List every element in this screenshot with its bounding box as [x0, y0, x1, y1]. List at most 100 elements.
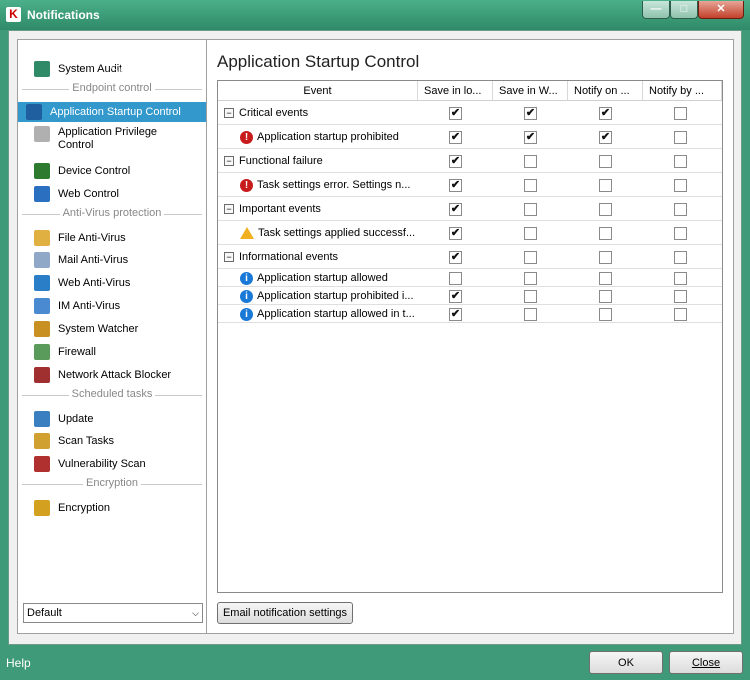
event-row[interactable]: ! Application startup prohibited ✔ ✔ ✔ — [218, 125, 722, 149]
maximize-button[interactable]: □ — [670, 1, 698, 19]
event-label: Informational events — [239, 251, 339, 263]
sidebar-item-network-attack-blocker[interactable]: Network Attack Blocker — [34, 365, 171, 385]
notification-checkbox[interactable] — [674, 271, 687, 285]
sidebar-item-device-control[interactable]: Device Control — [34, 161, 130, 181]
notification-checkbox[interactable] — [524, 271, 537, 285]
notification-checkbox[interactable]: ✔ — [449, 289, 462, 303]
sidebar-item-mail-anti-virus[interactable]: Mail Anti-Virus — [34, 250, 128, 270]
notification-checkbox[interactable]: ✔ — [449, 154, 462, 168]
notification-checkbox[interactable] — [524, 250, 537, 264]
notification-checkbox[interactable] — [524, 307, 537, 321]
sidebar-item-encryption[interactable]: Encryption — [34, 498, 110, 518]
notification-checkbox[interactable]: ✔ — [449, 226, 462, 240]
collapse-icon[interactable]: − — [224, 204, 234, 214]
ok-button[interactable]: OK — [589, 651, 663, 674]
notification-checkbox[interactable]: ✔ — [449, 202, 462, 216]
event-grid[interactable]: Event Save in lo... Save in W... Notify on … — [217, 80, 723, 593]
sidebar-item-label: Device Control — [58, 165, 131, 177]
event-name: − Critical events — [224, 101, 414, 125]
notification-checkbox[interactable] — [524, 178, 537, 192]
notification-checkbox[interactable] — [674, 307, 687, 321]
notification-checkbox[interactable] — [599, 307, 612, 321]
notification-checkbox[interactable]: ✔ — [524, 130, 537, 144]
sidebar-item-application-startup-control[interactable]: Application Startup Control — [18, 102, 206, 122]
notification-checkbox[interactable] — [599, 289, 612, 303]
event-row[interactable]: Task settings applied successf... ✔ — [218, 221, 722, 245]
event-group-row[interactable]: − Informational events ✔ — [218, 245, 722, 269]
notification-checkbox[interactable] — [599, 202, 612, 216]
event-group-row[interactable]: − Functional failure ✔ — [218, 149, 722, 173]
notification-checkbox[interactable]: ✔ — [449, 106, 462, 120]
sidebar-group-header: Encryption — [22, 477, 202, 491]
column-header[interactable]: Notify on ... — [568, 81, 643, 101]
sidebar-item-label: Firewall — [58, 346, 96, 358]
sidebar-item-label: Update — [58, 413, 94, 425]
sidebar-item-application-privilege-control[interactable]: Application Privilege Control — [34, 126, 184, 156]
magnifier-icon — [34, 433, 50, 449]
shield-icon — [34, 321, 50, 337]
notification-checkbox[interactable] — [674, 106, 687, 120]
notification-checkbox[interactable] — [674, 289, 687, 303]
collapse-icon[interactable]: − — [224, 108, 234, 118]
sidebar-item-label: Application Privilege Control — [58, 126, 158, 151]
sidebar-item-system-audit[interactable]: System Audit — [34, 59, 122, 79]
event-label: Task settings applied successf... — [258, 227, 416, 239]
info-icon: i — [240, 271, 253, 285]
notification-checkbox[interactable]: ✔ — [449, 130, 462, 144]
profile-select[interactable]: Default ⌵ — [23, 603, 203, 623]
notification-checkbox[interactable] — [449, 271, 462, 285]
notification-checkbox[interactable]: ✔ — [524, 106, 537, 120]
sidebar-item-scan-tasks[interactable]: Scan Tasks — [34, 431, 114, 451]
collapse-icon[interactable]: − — [224, 156, 234, 166]
event-row[interactable]: i Application startup prohibited i... ✔ — [218, 287, 722, 305]
notification-checkbox[interactable] — [599, 250, 612, 264]
column-header[interactable]: Notify by ... — [643, 81, 722, 101]
notification-checkbox[interactable] — [674, 202, 687, 216]
column-header[interactable]: Save in W... — [493, 81, 568, 101]
notification-checkbox[interactable]: ✔ — [449, 250, 462, 264]
notification-checkbox[interactable] — [674, 154, 687, 168]
sidebar-item-update[interactable]: Update — [34, 409, 93, 429]
sidebar-item-web-anti-virus[interactable]: Web Anti-Virus — [34, 273, 130, 293]
close-window-button[interactable]: ✕ — [698, 1, 744, 19]
sidebar-item-web-control[interactable]: Web Control — [34, 184, 119, 204]
mail-icon — [34, 252, 50, 268]
notification-checkbox[interactable]: ✔ — [449, 307, 462, 321]
minimize-button[interactable]: — — [642, 1, 670, 19]
sidebar-item-system-watcher[interactable]: System Watcher — [34, 319, 138, 339]
notification-checkbox[interactable] — [599, 154, 612, 168]
notification-checkbox[interactable] — [599, 226, 612, 240]
collapse-icon[interactable]: − — [224, 252, 234, 262]
notification-checkbox[interactable] — [524, 289, 537, 303]
event-row[interactable]: i Application startup allowed — [218, 269, 722, 287]
event-row[interactable]: i Application startup allowed in t... ✔ — [218, 305, 722, 323]
sidebar-item-vulnerability-scan[interactable]: Vulnerability Scan — [34, 454, 146, 474]
email-notification-settings-button[interactable]: Email notification settings — [217, 602, 353, 624]
notification-checkbox[interactable] — [524, 202, 537, 216]
sidebar-group-label: Scheduled tasks — [68, 388, 156, 400]
event-group-row[interactable]: − Critical events ✔ ✔ ✔ — [218, 101, 722, 125]
notification-checkbox[interactable] — [674, 226, 687, 240]
notification-checkbox[interactable] — [599, 178, 612, 192]
help-link[interactable]: Help — [6, 656, 31, 670]
event-group-row[interactable]: − Important events ✔ — [218, 197, 722, 221]
notification-checkbox[interactable]: ✔ — [599, 130, 612, 144]
main-panel: Application Startup Control Event Save in… — [207, 39, 734, 634]
notification-checkbox[interactable] — [524, 154, 537, 168]
close-button[interactable]: Close — [669, 651, 743, 674]
sidebar-item-firewall[interactable]: Firewall — [34, 342, 96, 362]
notification-checkbox[interactable] — [674, 178, 687, 192]
notification-checkbox[interactable] — [674, 130, 687, 144]
sidebar-item-file-anti-virus[interactable]: File Anti-Virus — [34, 228, 126, 248]
notification-checkbox[interactable]: ✔ — [449, 178, 462, 192]
notification-checkbox[interactable]: ✔ — [599, 106, 612, 120]
sidebar-group-label: Anti-Virus protection — [59, 207, 165, 219]
sidebar-group-header: Scheduled tasks — [22, 388, 202, 402]
notification-checkbox[interactable] — [599, 271, 612, 285]
event-row[interactable]: ! Task settings error. Settings n... ✔ — [218, 173, 722, 197]
column-header[interactable]: Save in lo... — [418, 81, 493, 101]
notification-checkbox[interactable] — [674, 250, 687, 264]
notification-checkbox[interactable] — [524, 226, 537, 240]
sidebar-item-im-anti-virus[interactable]: IM Anti-Virus — [34, 296, 120, 316]
column-header[interactable]: Event — [218, 81, 418, 101]
